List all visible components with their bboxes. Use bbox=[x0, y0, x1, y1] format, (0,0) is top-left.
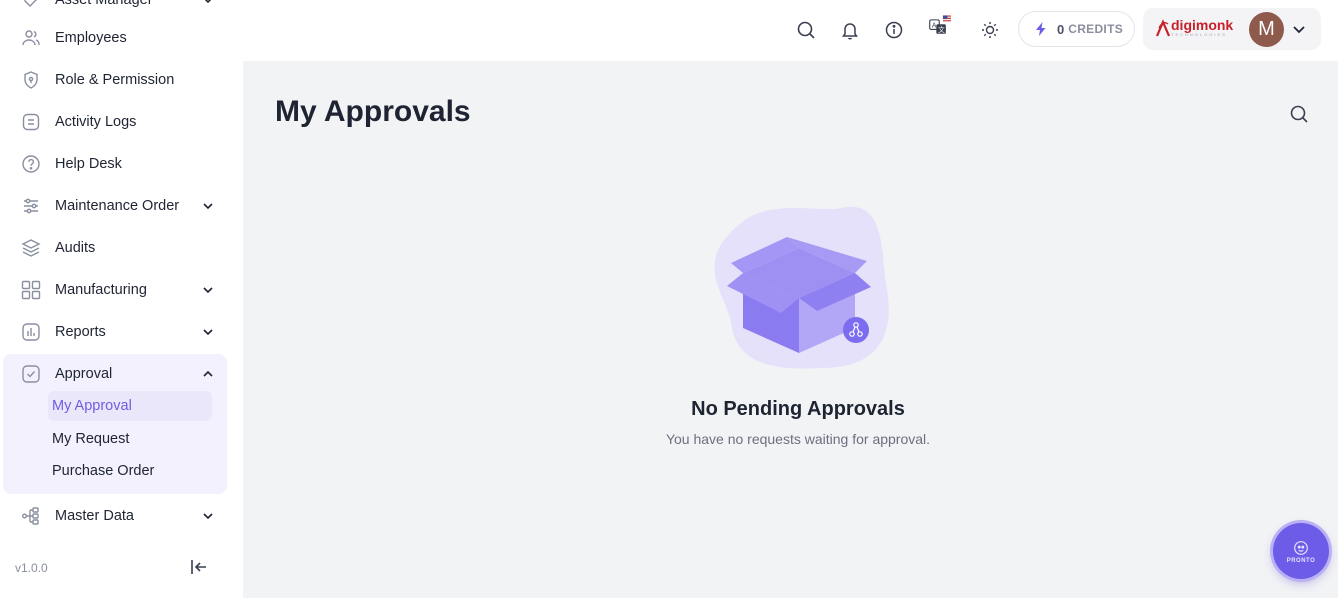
brand-tagline: TECHNOLOGIES bbox=[1171, 32, 1227, 37]
sidebar-item-label: Asset Manager bbox=[55, 0, 153, 8]
sidebar-subitem-my-request[interactable]: My Request bbox=[48, 424, 212, 454]
sidebar-item-label: Help Desk bbox=[55, 156, 122, 172]
chevron-up-icon bbox=[200, 366, 216, 382]
sidebar-item-manufacturing[interactable]: Manufacturing bbox=[0, 272, 243, 308]
bolt-icon bbox=[1036, 22, 1046, 36]
tag-icon bbox=[21, 0, 41, 10]
grid-icon bbox=[21, 280, 41, 300]
bell-icon[interactable] bbox=[839, 19, 861, 41]
svg-text:A: A bbox=[932, 22, 937, 30]
svg-text:文: 文 bbox=[938, 25, 945, 34]
sidebar-subitem-purchase-order[interactable]: Purchase Order bbox=[48, 456, 212, 486]
sidebar-item-asset-manager[interactable]: Asset Manager bbox=[0, 0, 243, 18]
sidebar-item-employees[interactable]: Employees bbox=[0, 20, 243, 56]
credits-label: CREDITS bbox=[1068, 22, 1124, 36]
credits-count: 0 bbox=[1057, 21, 1065, 37]
sidebar-item-label: Role & Permission bbox=[55, 72, 175, 88]
brand-name: digimonk bbox=[1171, 17, 1234, 33]
sliders-icon bbox=[21, 196, 41, 216]
layers-icon bbox=[21, 238, 41, 258]
fab-label: PRONTO bbox=[1286, 557, 1316, 564]
hierarchy-icon bbox=[21, 506, 41, 526]
bar-chart-icon bbox=[21, 322, 41, 342]
theme-sun-icon[interactable] bbox=[979, 19, 1001, 41]
sidebar-item-label: Audits bbox=[55, 240, 96, 256]
sidebar-item-activity-logs[interactable]: Activity Logs bbox=[0, 104, 243, 140]
top-header: A 文 0 CREDITS digimonk TECHNOLOGIES M bbox=[243, 0, 1338, 61]
info-icon[interactable] bbox=[883, 19, 905, 41]
chevron-down-icon bbox=[1293, 26, 1305, 34]
collapse-sidebar-icon[interactable] bbox=[188, 556, 210, 578]
empty-state-title: No Pending Approvals bbox=[691, 398, 905, 420]
chevron-down-icon bbox=[200, 0, 216, 8]
sidebar-item-label: Activity Logs bbox=[55, 114, 137, 130]
sidebar-item-label: Employees bbox=[55, 30, 127, 46]
sidebar-subitem-my-approval[interactable]: My Approval bbox=[48, 391, 212, 421]
main-content: My Approvals No Pending Approvals You ha… bbox=[243, 61, 1338, 598]
empty-box-illustration bbox=[701, 203, 901, 373]
assistant-icon bbox=[1294, 540, 1308, 555]
sidebar-item-label: Reports bbox=[55, 324, 106, 340]
shield-icon bbox=[21, 70, 41, 90]
credits-button[interactable]: 0 CREDITS bbox=[1018, 11, 1135, 47]
sidebar-item-audits[interactable]: Audits bbox=[0, 230, 243, 266]
sidebar-item-approval[interactable]: Approval bbox=[0, 356, 243, 392]
check-square-icon bbox=[21, 364, 41, 384]
sidebar-item-role-permission[interactable]: Role & Permission bbox=[0, 62, 243, 98]
avatar: M bbox=[1249, 12, 1284, 47]
sidebar-item-maintenance-order[interactable]: Maintenance Order bbox=[0, 188, 243, 224]
sidebar-item-label: Maintenance Order bbox=[55, 198, 180, 214]
chevron-down-icon bbox=[200, 282, 216, 298]
chevron-down-icon bbox=[200, 198, 216, 214]
version-label: v1.0.0 bbox=[15, 561, 48, 575]
assistant-fab-button[interactable]: PRONTO bbox=[1273, 523, 1329, 579]
sidebar-item-label: Master Data bbox=[55, 508, 134, 524]
sidebar: Asset Manager Employees Role & Permissio… bbox=[0, 0, 243, 598]
log-icon bbox=[21, 112, 41, 132]
brand-logo: digimonk TECHNOLOGIES bbox=[1155, 17, 1235, 40]
search-icon[interactable] bbox=[795, 19, 817, 41]
chevron-down-icon bbox=[200, 508, 216, 524]
sidebar-item-reports[interactable]: Reports bbox=[0, 314, 243, 350]
users-icon bbox=[21, 28, 41, 48]
sidebar-item-label: Manufacturing bbox=[55, 282, 147, 298]
chevron-down-icon bbox=[200, 324, 216, 340]
page-title: My Approvals bbox=[275, 95, 471, 128]
help-icon bbox=[21, 154, 41, 174]
sidebar-item-label: Approval bbox=[55, 366, 113, 382]
empty-state-description: You have no requests waiting for approva… bbox=[665, 431, 931, 447]
sidebar-item-master-data[interactable]: Master Data bbox=[0, 498, 243, 534]
language-icon[interactable]: A 文 bbox=[929, 14, 959, 42]
profile-menu[interactable]: digimonk TECHNOLOGIES M bbox=[1143, 8, 1321, 50]
brand-mark-icon bbox=[1155, 19, 1171, 37]
search-icon[interactable] bbox=[1288, 103, 1310, 125]
sidebar-item-help-desk[interactable]: Help Desk bbox=[0, 146, 243, 182]
